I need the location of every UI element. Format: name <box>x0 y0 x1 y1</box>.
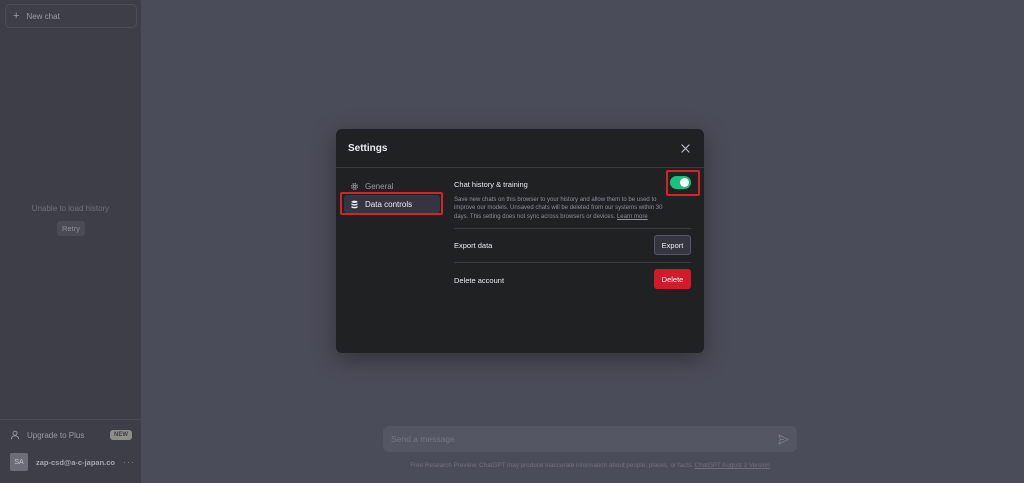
new-badge: NEW <box>110 430 132 440</box>
account-email: zap-csd@a-c-japan.co <box>36 457 115 467</box>
gear-icon <box>350 182 359 190</box>
settings-modal: Settings General Data controls Chat hist… <box>336 129 704 353</box>
close-icon[interactable] <box>681 144 690 153</box>
user-icon <box>10 430 20 440</box>
footer-note: Free Research Preview. ChatGPT may produ… <box>360 462 820 469</box>
export-data-title: Export data <box>454 241 493 250</box>
version-link[interactable]: ChatGPT August 3 Version <box>695 462 770 469</box>
delete-button[interactable]: Delete <box>654 269 691 289</box>
row-divider <box>454 228 691 229</box>
plus-icon: + <box>13 9 20 22</box>
new-chat-button[interactable]: + New chat <box>5 4 137 28</box>
sidebar: + New chat Unable to load history Retry … <box>0 0 141 483</box>
highlight-box-data-controls <box>340 192 443 215</box>
delete-account-title: Delete account <box>454 276 505 285</box>
learn-more-link[interactable]: Learn more <box>617 214 648 220</box>
upgrade-label: Upgrade to Plus <box>27 430 85 440</box>
modal-header: Settings <box>336 129 704 168</box>
retry-button[interactable]: Retry <box>57 221 85 236</box>
new-chat-label: New chat <box>26 11 60 21</box>
upgrade-to-plus-button[interactable]: Upgrade to Plus NEW <box>10 428 132 442</box>
highlight-box-toggle <box>666 170 700 196</box>
account-menu[interactable]: SA zap-csd@a-c-japan.co ··· <box>10 453 135 471</box>
export-button[interactable]: Export <box>654 235 691 255</box>
avatar: SA <box>10 453 28 471</box>
more-icon[interactable]: ··· <box>123 457 135 467</box>
message-composer <box>383 426 797 452</box>
message-input[interactable] <box>391 434 778 444</box>
send-icon[interactable] <box>778 434 789 445</box>
history-load-message: Unable to load history <box>31 204 110 213</box>
chat-history-description: Save new chats on this browser to your h… <box>454 196 674 221</box>
footer-disclaimer: Free Research Preview. ChatGPT may produ… <box>410 462 693 469</box>
tab-general-label: General <box>365 181 394 191</box>
sidebar-divider <box>0 419 141 420</box>
chat-history-title: Chat history & training <box>454 180 528 189</box>
row-divider <box>454 262 691 263</box>
modal-title: Settings <box>348 143 388 154</box>
